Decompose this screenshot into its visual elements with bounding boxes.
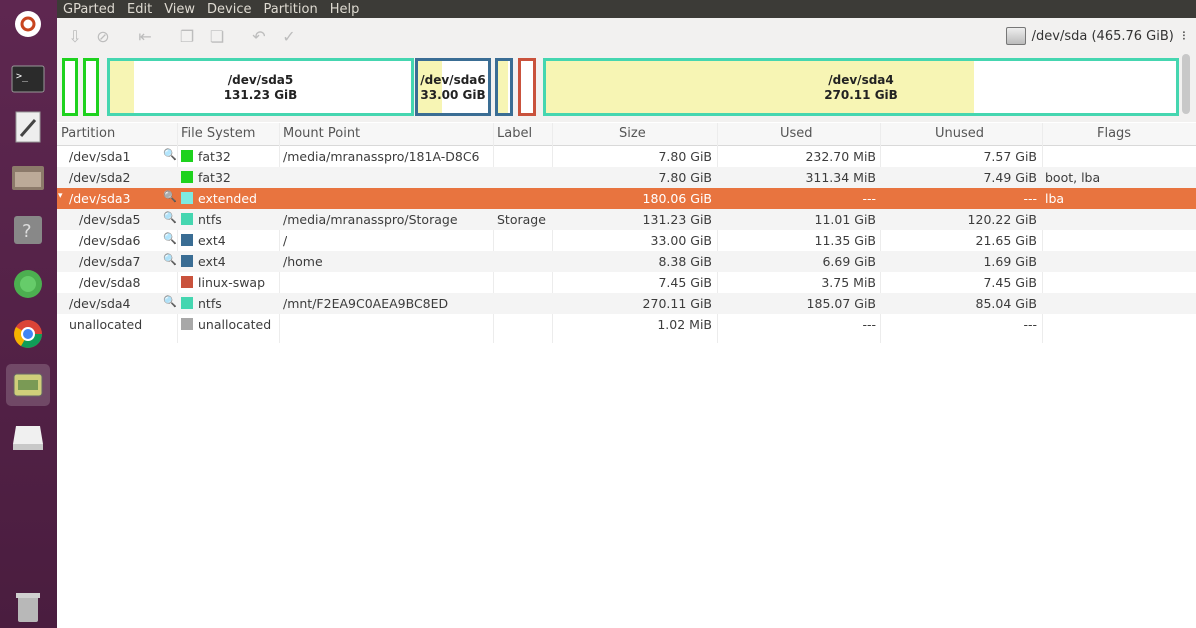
menubar: GParted Edit View Device Partition Help xyxy=(57,0,1196,18)
cell-unused: 85.04 GiB xyxy=(975,296,1038,311)
unity-launcher: >_ ? xyxy=(0,0,57,628)
table-row[interactable]: /dev/sda5 🔍 ntfs/media/mranasspro/Storage S… xyxy=(57,209,1196,230)
chevron-down-icon: ⁝ xyxy=(1181,28,1186,44)
svg-text:?: ? xyxy=(22,221,32,242)
new-partition-icon[interactable]: ⇩ xyxy=(65,26,85,46)
menu-partition[interactable]: Partition xyxy=(258,2,324,17)
table-row[interactable]: /dev/sda4 🔍 ntfs/mnt/F2EA9C0AEA9BC8ED 270.1… xyxy=(57,293,1196,314)
partition-visual: /dev/sda5 131.23 GiB /dev/sda6 33.00 GiB /… xyxy=(57,54,1196,122)
sda5-label: /dev/sda5 xyxy=(227,73,294,87)
device-selector[interactable]: /dev/sda (465.76 GiB) ⁝ xyxy=(1005,24,1186,48)
disk-drive-icon[interactable] xyxy=(6,416,50,458)
hard-disk-icon xyxy=(1005,27,1026,45)
apply-icon[interactable]: ✓ xyxy=(279,26,299,46)
table-row[interactable]: /dev/sda8 linux-swap 7.45 GiB 3.75 MiB 7.45 … xyxy=(57,272,1196,293)
col-used[interactable]: Used xyxy=(780,126,813,141)
delete-icon[interactable]: ⊘ xyxy=(93,26,113,46)
table-row[interactable]: /dev/sda7 🔍 ext4/home 8.38 GiB 6.69 GiB 1.69 … xyxy=(57,251,1196,272)
visual-scrollbar[interactable] xyxy=(1182,54,1190,114)
cell-unused: 21.65 GiB xyxy=(975,233,1038,248)
partition-block-sda1[interactable] xyxy=(62,58,78,116)
menu-gparted[interactable]: GParted xyxy=(57,2,121,17)
cell-unused: --- xyxy=(1023,191,1037,206)
terminal-icon[interactable]: >_ xyxy=(6,58,50,100)
sda6-label: /dev/sda6 xyxy=(420,73,486,87)
help-icon[interactable]: ? xyxy=(6,209,50,251)
table-header: Partition File System Mount Point Label … xyxy=(57,123,1196,146)
col-partition[interactable]: Partition xyxy=(61,126,115,141)
cell-flags: boot, lba xyxy=(1045,170,1101,185)
software-center-icon[interactable] xyxy=(6,263,50,305)
partition-block-sda8[interactable] xyxy=(518,58,536,116)
chrome-icon[interactable] xyxy=(6,313,50,355)
col-label[interactable]: Label xyxy=(497,126,532,141)
files-icon[interactable] xyxy=(6,157,50,199)
cell-unused: 7.45 GiB xyxy=(983,275,1037,290)
text-editor-icon[interactable] xyxy=(6,106,50,148)
trash-icon[interactable] xyxy=(6,586,50,628)
table-row[interactable]: /dev/sda1 🔍 fat32/media/mranasspro/181A-D8… xyxy=(57,146,1196,167)
partition-block-sda7[interactable] xyxy=(495,58,513,116)
device-label: /dev/sda (465.76 GiB) xyxy=(1031,28,1174,44)
cell-unused: 7.49 GiB xyxy=(983,170,1037,185)
partition-table: Partition File System Mount Point Label … xyxy=(57,123,1196,628)
cell-unused: --- xyxy=(1023,317,1037,332)
menu-device[interactable]: Device xyxy=(201,2,257,17)
table-row[interactable]: /dev/sda6 🔍 ext4/33.00 GiB 11.35 GiB 21.65 G… xyxy=(57,230,1196,251)
sda4-label: /dev/sda4 xyxy=(828,73,894,87)
resize-move-icon[interactable]: ⇤ xyxy=(135,26,155,46)
cell-unused: 7.57 GiB xyxy=(983,149,1037,164)
partition-block-sda5[interactable]: /dev/sda5 131.23 GiB xyxy=(107,58,414,116)
undo-icon[interactable]: ↶ xyxy=(249,26,269,46)
sda6-size: 33.00 GiB xyxy=(420,88,486,102)
copy-icon[interactable]: ❐ xyxy=(177,26,197,46)
cell-flags: lba xyxy=(1045,191,1065,206)
table-row[interactable]: ▾/dev/sda3 🔍 extended 180.06 GiB --- --- lba xyxy=(57,188,1196,209)
menu-help[interactable]: Help xyxy=(324,2,366,17)
menu-edit[interactable]: Edit xyxy=(121,2,158,17)
dash-home-icon[interactable] xyxy=(6,3,50,45)
sda4-size: 270.11 GiB xyxy=(824,88,898,102)
svg-text:>_: >_ xyxy=(16,71,29,82)
menu-view[interactable]: View xyxy=(158,2,201,17)
col-unused[interactable]: Unused xyxy=(935,126,984,141)
col-flags[interactable]: Flags xyxy=(1097,126,1131,141)
col-filesystem[interactable]: File System xyxy=(181,126,255,141)
cell-unused: 1.69 GiB xyxy=(983,254,1037,269)
table-row[interactable]: unallocated unallocated 1.02 MiB --- --- xyxy=(57,314,1196,335)
cell-unused: 120.22 GiB xyxy=(967,212,1037,227)
sda5-size: 131.23 GiB xyxy=(223,88,298,102)
toolbar: ⇩ ⊘ ⇤ ❐ ❏ ↶ ✓ /dev/sda (465.76 GiB) ⁝ xyxy=(57,18,1196,55)
partition-block-sda4[interactable]: /dev/sda4 270.11 GiB xyxy=(543,58,1179,116)
partition-block-sda6[interactable]: /dev/sda6 33.00 GiB xyxy=(415,58,491,116)
col-mountpoint[interactable]: Mount Point xyxy=(283,126,360,141)
gparted-icon[interactable] xyxy=(6,364,50,406)
table-row[interactable]: /dev/sda2 fat32 7.80 GiB 311.34 MiB 7.49 GiB… xyxy=(57,167,1196,188)
paste-icon[interactable]: ❏ xyxy=(207,26,227,46)
col-size[interactable]: Size xyxy=(619,126,646,141)
partition-block-sda2[interactable] xyxy=(83,58,99,116)
